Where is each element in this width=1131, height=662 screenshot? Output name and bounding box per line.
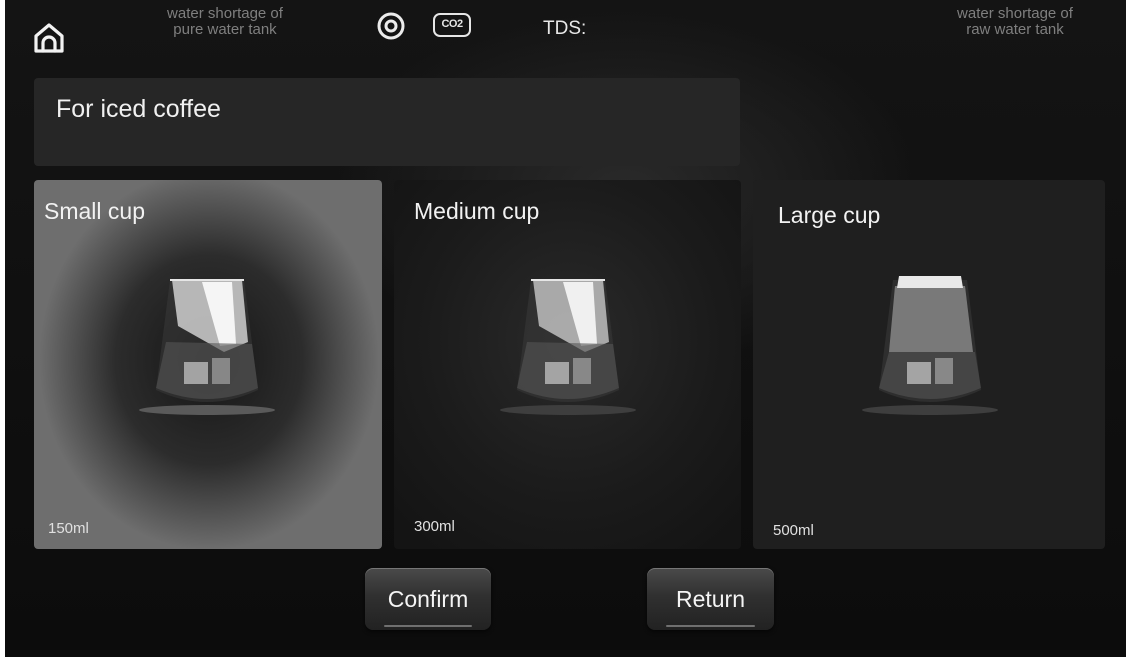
confirm-button[interactable]: Confirm bbox=[365, 568, 491, 630]
tds-readout: TDS: bbox=[543, 18, 587, 39]
drink-title-box: For iced coffee bbox=[34, 78, 740, 166]
pure-tank-status-line-1: water shortage of bbox=[167, 5, 283, 22]
cup-size-label: Medium cup bbox=[414, 198, 540, 224]
cup-volume: 150ml bbox=[48, 520, 89, 537]
pure-water-tank-status: water shortage of pure water tank bbox=[125, 6, 325, 38]
circle-dot-icon bbox=[377, 12, 405, 40]
large-cup-option[interactable]: Large cup 500ml bbox=[753, 180, 1105, 549]
iced-cup-image bbox=[862, 276, 998, 415]
raw-water-tank-status: water shortage of raw water tank bbox=[905, 6, 1125, 38]
return-button[interactable]: Return bbox=[647, 568, 774, 630]
medium-cup-option[interactable]: Medium cup 300ml bbox=[394, 180, 741, 549]
small-cup-option[interactable]: Small cup 150ml bbox=[34, 180, 382, 549]
raw-tank-status-line-2: raw water tank bbox=[966, 21, 1064, 38]
dispenser-screen: water shortage of pure water tank CO2 TD… bbox=[5, 0, 1126, 657]
pure-tank-status-line-2: pure water tank bbox=[173, 21, 277, 38]
drink-title: For iced coffee bbox=[56, 95, 221, 123]
cup-volume: 500ml bbox=[773, 522, 814, 539]
co2-icon: CO2 bbox=[433, 13, 471, 37]
cup-size-label: Large cup bbox=[778, 202, 881, 228]
cup-volume: 300ml bbox=[414, 518, 455, 535]
raw-tank-status-line-1: water shortage of bbox=[957, 5, 1073, 22]
iced-cup-image bbox=[139, 279, 275, 415]
iced-cup-image bbox=[500, 279, 636, 415]
cup-size-label: Small cup bbox=[44, 198, 145, 224]
home-icon[interactable] bbox=[31, 20, 67, 56]
